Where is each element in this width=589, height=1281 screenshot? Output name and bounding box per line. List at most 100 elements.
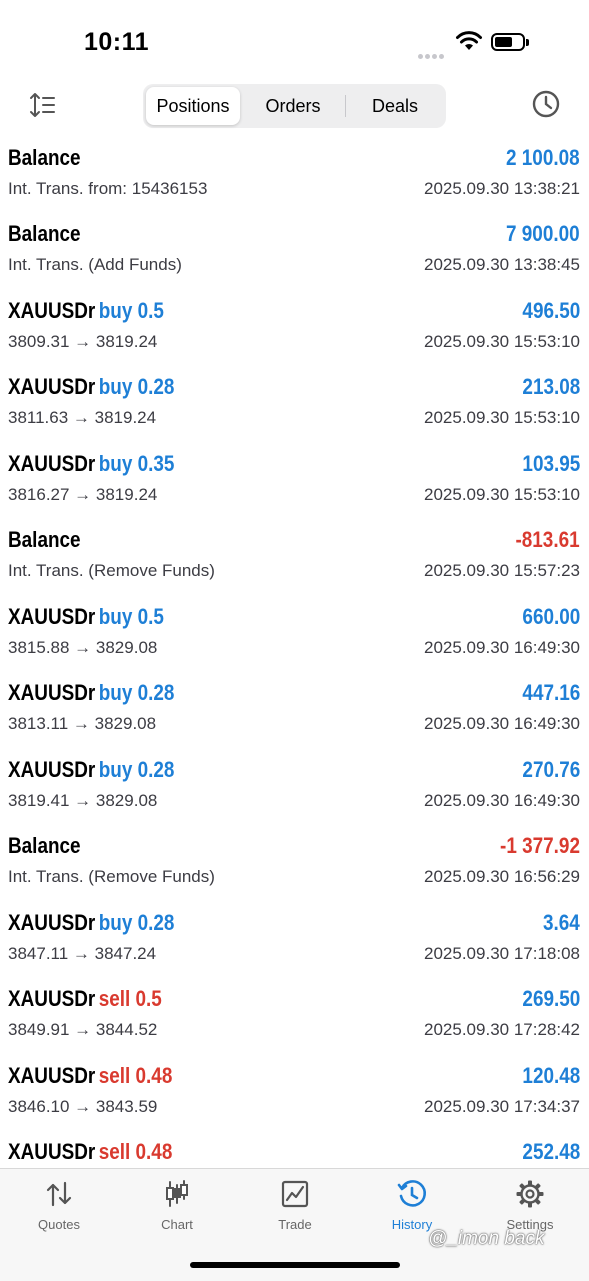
history-icon — [397, 1180, 426, 1207]
history-list: Balance 2 100.08 Int. Trans. from: 15436… — [0, 140, 589, 1168]
trade-chart-icon — [281, 1180, 309, 1208]
deal-symbol: XAUUSDr — [8, 1139, 96, 1164]
deal-title: Balance — [8, 221, 84, 247]
deal-time: 2025.09.30 15:53:10 — [424, 485, 580, 504]
deal-title: XAUUSDr buy 0.5 — [8, 298, 164, 324]
sort-icon[interactable] — [28, 90, 58, 120]
list-item[interactable]: Balance 7 900.00 Int. Trans. (Add Funds)… — [0, 216, 589, 292]
deal-time: 2025.09.30 15:57:23 — [424, 561, 580, 580]
deal-title: XAUUSDr sell 0.48 — [8, 1063, 172, 1089]
deal-time: 2025.09.30 16:56:29 — [424, 867, 580, 886]
deal-time: 2025.09.30 15:53:10 — [424, 332, 580, 351]
deal-time: 2025.09.30 17:34:37 — [424, 1097, 580, 1116]
deal-profit: 270.76 — [522, 757, 580, 782]
deal-comment: Int. Trans. (Remove Funds) — [8, 867, 215, 886]
tab-orders[interactable]: Orders — [243, 87, 343, 125]
deal-symbol: XAUUSDr — [8, 1063, 96, 1088]
history-segmented-control: Positions Orders Deals — [143, 84, 446, 128]
deal-prices: 3846.10 → 3843.59 — [8, 1097, 158, 1116]
list-item[interactable]: XAUUSDr buy 0.28 213.08 3811.63 → 3819.24… — [0, 369, 589, 445]
list-item[interactable]: Balance -813.61 Int. Trans. (Remove Fund… — [0, 522, 589, 598]
deal-time: 2025.09.30 17:18:08 — [424, 944, 580, 963]
deal-symbol: XAUUSDr — [8, 374, 96, 399]
deal-title: Balance — [8, 527, 84, 553]
deal-symbol: XAUUSDr — [8, 986, 96, 1011]
deal-symbol: XAUUSDr — [8, 910, 96, 935]
deal-time: 2025.09.30 17:28:42 — [424, 1020, 580, 1039]
deal-title: XAUUSDr buy 0.5 — [8, 604, 164, 630]
deal-comment: Int. Trans. (Remove Funds) — [8, 561, 215, 580]
deal-profit: 660.00 — [522, 604, 580, 629]
tab-trade[interactable]: Trade — [236, 1179, 354, 1232]
list-item[interactable]: XAUUSDr sell 0.5 269.50 3849.91 → 3844.52… — [0, 981, 589, 1057]
quotes-icon — [46, 1181, 72, 1207]
tab-positions[interactable]: Positions — [146, 87, 240, 125]
list-item[interactable]: XAUUSDr buy 0.5 496.50 3809.31 → 3819.24 … — [0, 293, 589, 369]
deal-direction: sell 0.48 — [98, 1063, 173, 1088]
deal-direction: buy 0.28 — [98, 757, 175, 782]
deal-symbol: XAUUSDr — [8, 604, 96, 629]
deal-prices: 3815.88 → 3829.08 — [8, 638, 158, 657]
deal-symbol: Balance — [8, 221, 81, 246]
clock-icon[interactable] — [531, 89, 561, 119]
wifi-icon — [456, 31, 482, 50]
deal-symbol: Balance — [8, 833, 81, 858]
deal-comment: Int. Trans. (Add Funds) — [8, 255, 182, 274]
deal-title: XAUUSDr buy 0.28 — [8, 680, 174, 706]
deal-direction: buy 0.5 — [98, 604, 164, 629]
deal-prices: 3819.41 → 3829.08 — [8, 791, 158, 810]
tab-label: Trade — [278, 1217, 312, 1232]
deal-symbol: Balance — [8, 145, 81, 170]
tab-history[interactable]: History — [353, 1179, 471, 1232]
deal-direction: sell 0.48 — [98, 1139, 173, 1164]
deal-direction: buy 0.28 — [98, 910, 175, 935]
list-item[interactable]: XAUUSDr buy 0.28 447.16 3813.11 → 3829.08… — [0, 675, 589, 751]
list-item[interactable]: XAUUSDr buy 0.28 3.64 3847.11 → 3847.24 2… — [0, 905, 589, 981]
deal-symbol: Balance — [8, 527, 81, 552]
deal-profit: 120.48 — [522, 1063, 580, 1088]
deal-direction: buy 0.28 — [98, 680, 175, 705]
deal-comment: Int. Trans. from: 15436153 — [8, 179, 208, 198]
deal-direction: buy 0.35 — [98, 451, 175, 476]
deal-profit: 447.16 — [522, 680, 580, 705]
deal-profit: 252.48 — [522, 1139, 580, 1164]
deal-prices: 3849.91 → 3844.52 — [8, 1020, 158, 1039]
deal-title: XAUUSDr buy 0.35 — [8, 451, 174, 477]
signal-icon — [418, 46, 450, 59]
deal-profit: -1 377.92 — [500, 833, 580, 858]
tab-label: Quotes — [38, 1217, 80, 1232]
tab-label: Chart — [161, 1217, 193, 1232]
list-item[interactable]: XAUUSDr sell 0.48 120.48 3846.10 → 3843.5… — [0, 1058, 589, 1134]
deal-direction: sell 0.5 — [98, 986, 162, 1011]
candlestick-chart-icon — [166, 1180, 188, 1207]
deal-title: XAUUSDr sell 0.48 — [8, 1139, 172, 1165]
deal-title: XAUUSDr buy 0.28 — [8, 374, 174, 400]
list-item[interactable]: XAUUSDr sell 0.48 252.48 — [0, 1134, 589, 1168]
home-indicator[interactable] — [190, 1262, 400, 1268]
deal-profit: -813.61 — [515, 527, 580, 552]
deal-profit: 3.64 — [543, 910, 580, 935]
list-item[interactable]: XAUUSDr buy 0.35 103.95 3816.27 → 3819.24… — [0, 446, 589, 522]
deal-time: 2025.09.30 16:49:30 — [424, 791, 580, 810]
deal-title: XAUUSDr buy 0.28 — [8, 757, 174, 783]
tab-deals[interactable]: Deals — [347, 87, 443, 125]
deal-prices: 3809.31 → 3819.24 — [8, 332, 158, 351]
deal-symbol: XAUUSDr — [8, 298, 96, 323]
tab-quotes[interactable]: Quotes — [0, 1179, 118, 1232]
tab-settings[interactable]: Settings — [471, 1179, 589, 1232]
deal-time: 2025.09.30 13:38:45 — [424, 255, 580, 274]
deal-prices: 3847.11 → 3847.24 — [8, 944, 157, 963]
deal-prices: 3813.11 → 3829.08 — [8, 714, 157, 733]
list-item[interactable]: XAUUSDr buy 0.28 270.76 3819.41 → 3829.08… — [0, 752, 589, 828]
deal-symbol: XAUUSDr — [8, 451, 96, 476]
battery-icon — [491, 33, 529, 51]
tab-chart[interactable]: Chart — [118, 1179, 236, 1232]
deal-profit: 2 100.08 — [506, 145, 580, 170]
deal-title: Balance — [8, 833, 84, 859]
status-bar: 10:11 — [0, 0, 589, 80]
list-item[interactable]: Balance -1 377.92 Int. Trans. (Remove Fu… — [0, 828, 589, 904]
deal-profit: 213.08 — [522, 374, 580, 399]
list-item[interactable]: Balance 2 100.08 Int. Trans. from: 15436… — [0, 140, 589, 216]
list-item[interactable]: XAUUSDr buy 0.5 660.00 3815.88 → 3829.08 … — [0, 599, 589, 675]
deal-prices: 3816.27 → 3819.24 — [8, 485, 158, 504]
